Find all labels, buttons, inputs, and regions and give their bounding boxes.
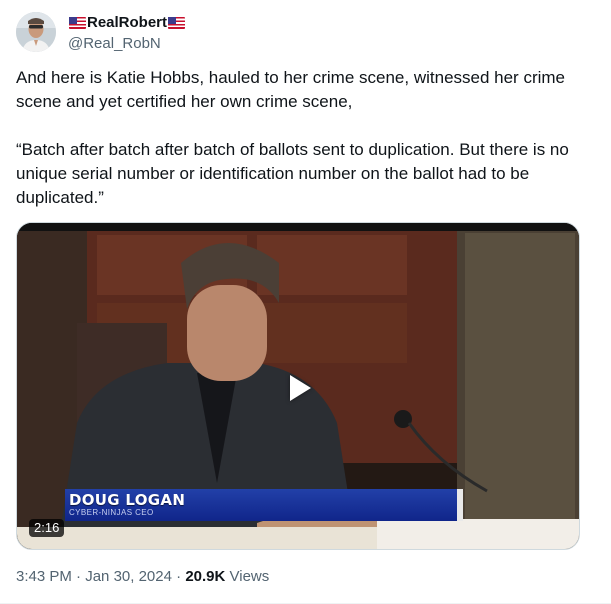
avatar[interactable]: [16, 12, 56, 52]
tweet-quote-paragraph: “Batch after batch after batch of ballot…: [16, 140, 569, 207]
tweet-paragraph: And here is Katie Hobbs, hauled to her c…: [16, 68, 565, 111]
lower-third-subtitle: CYBER-NINJAS CEO: [69, 508, 154, 517]
display-name-row[interactable]: RealRobert: [68, 14, 186, 32]
display-name[interactable]: RealRobert: [87, 14, 167, 32]
views-count[interactable]: 20.9K: [185, 568, 225, 585]
views-label: Views: [229, 568, 270, 585]
lower-third-accent: [457, 489, 463, 521]
tweet-header: RealRobert @Real_RobN: [16, 12, 186, 54]
tweet-time[interactable]: 3:43 PM: [16, 568, 72, 585]
avatar-image: [16, 12, 56, 52]
meta-separator: ·: [176, 568, 182, 585]
tweet-meta: 3:43 PM · Jan 30, 2024 · 20.9K Views: [16, 567, 269, 587]
video-player[interactable]: DOUG LOGAN CYBER-NINJAS CEO 2:16: [16, 222, 580, 550]
meta-separator: ·: [76, 568, 82, 585]
author-names: RealRobert @Real_RobN: [68, 14, 186, 54]
video-duration-badge: 2:16: [29, 519, 65, 537]
tweet-text: And here is Katie Hobbs, hauled to her c…: [16, 66, 591, 210]
us-flag-icon: [168, 17, 186, 29]
tweet-card: RealRobert @Real_RobN And here is Katie …: [0, 0, 611, 604]
lower-third-name: DOUG LOGAN: [69, 491, 186, 509]
tweet-date[interactable]: Jan 30, 2024: [85, 568, 172, 585]
user-handle[interactable]: @Real_RobN: [68, 34, 186, 54]
play-icon[interactable]: [279, 367, 321, 409]
us-flag-icon: [69, 17, 86, 29]
